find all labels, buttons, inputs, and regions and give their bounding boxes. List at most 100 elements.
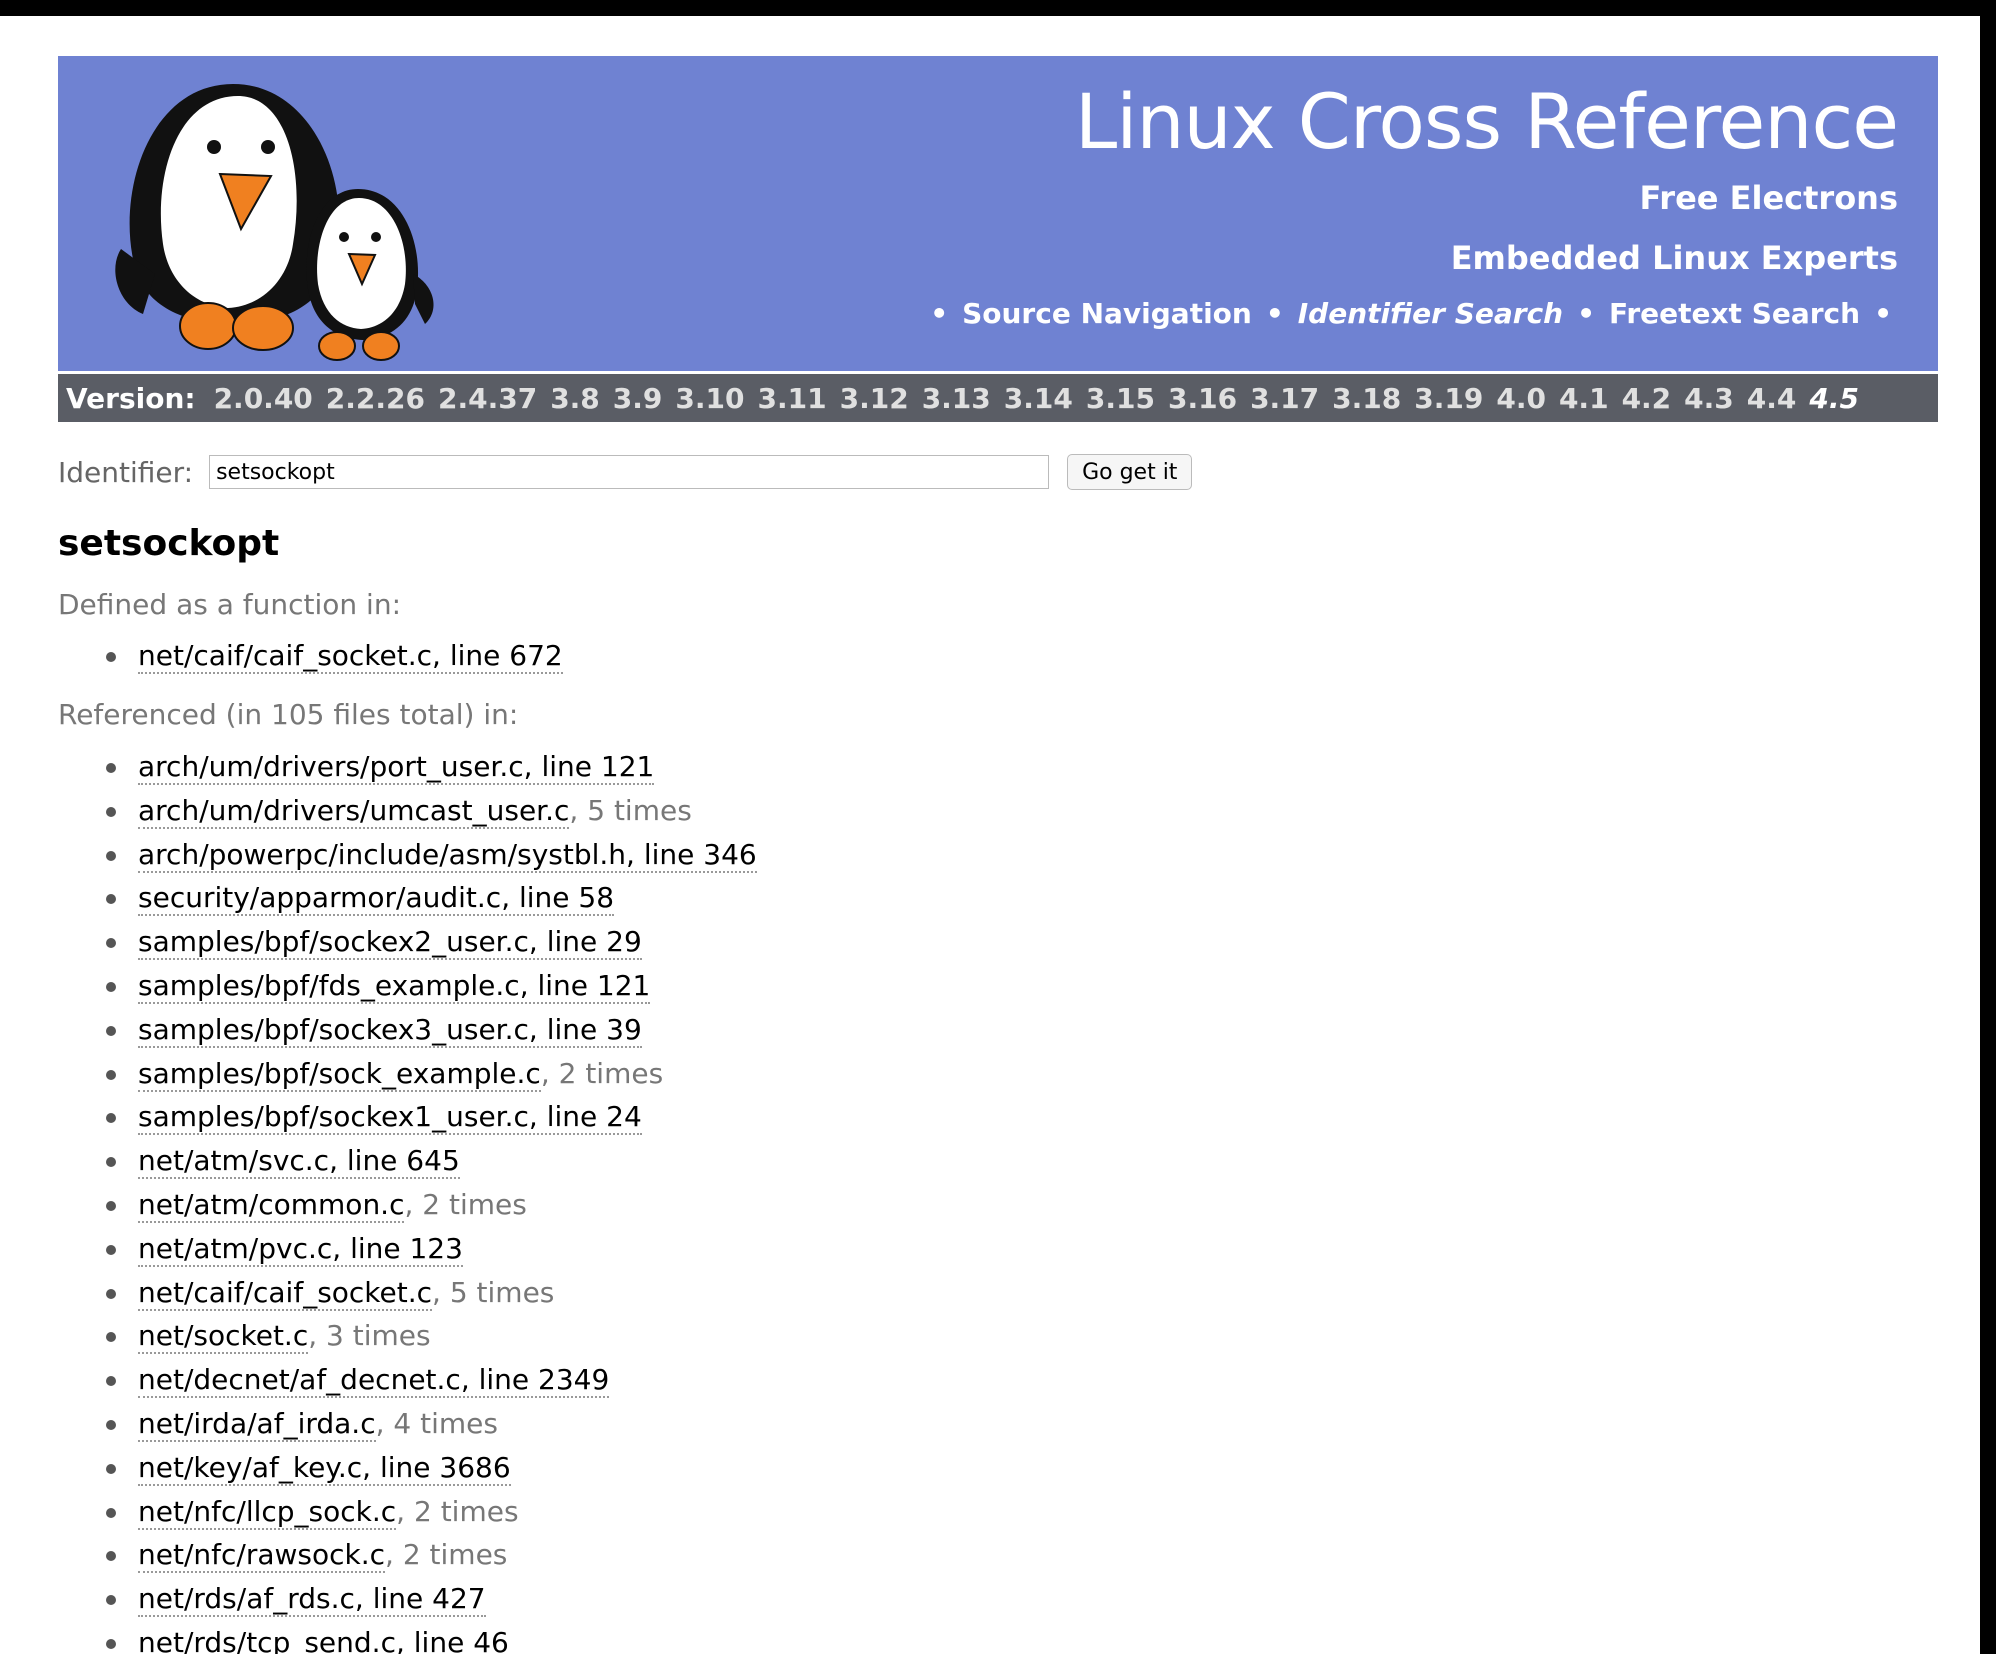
version-bar: Version: 2.0.40 2.2.26 2.4.37 3.8 3.9 3.10 3.1…: [58, 374, 1938, 422]
bullet-icon: [106, 894, 116, 905]
file-link[interactable]: samples/bpf/sockex1_user.c, line 24: [138, 1100, 642, 1136]
list-item: net/socket.c, 3 times: [100, 1317, 757, 1361]
list-item: arch/um/drivers/umcast_user.c, 5 times: [100, 792, 757, 836]
version-link[interactable]: 2.4.37: [438, 382, 537, 415]
file-link[interactable]: arch/um/drivers/port_user.c, line 121: [138, 750, 655, 785]
list-item: samples/bpf/sock_example.c, 2 times: [100, 1055, 757, 1099]
file-link[interactable]: net/nfc/llcp_sock.c: [138, 1494, 397, 1530]
referenced-list: arch/um/drivers/port_user.c, line 121 arc…: [100, 748, 757, 1654]
bullet-icon: [106, 1288, 116, 1299]
file-link[interactable]: net/atm/pvc.c, line 123: [138, 1231, 463, 1267]
file-link[interactable]: samples/bpf/sockex3_user.c, line 39: [138, 1012, 642, 1048]
identifier-search-form: Identifier: Go get it: [58, 454, 1193, 490]
nav-identifier-search[interactable]: Identifier Search: [1298, 297, 1563, 330]
file-link[interactable]: arch/um/drivers/umcast_user.c: [138, 793, 570, 829]
list-item: arch/powerpc/include/asm/systbl.h, line …: [100, 836, 757, 880]
version-link[interactable]: 3.10: [675, 382, 744, 415]
file-link[interactable]: arch/powerpc/include/asm/systbl.h, line …: [138, 837, 757, 873]
file-link[interactable]: samples/bpf/sock_example.c: [138, 1056, 541, 1092]
bullet-icon: [106, 1595, 116, 1606]
bullet-icon: [106, 1419, 116, 1430]
file-link[interactable]: samples/bpf/sockex2_user.c, line 29: [138, 925, 642, 961]
file-link[interactable]: net/irda/af_irda.c: [138, 1406, 376, 1442]
version-link[interactable]: 3.11: [758, 382, 827, 415]
file-link[interactable]: net/caif/caif_socket.c, line 672: [138, 639, 563, 674]
page: Linux Cross Reference Free Electrons Emb…: [0, 16, 1980, 1654]
go-get-it-button[interactable]: Go get it: [1067, 454, 1193, 490]
bullet-icon: [106, 850, 116, 861]
occurrence-count: , 2 times: [404, 1187, 527, 1221]
file-link[interactable]: samples/bpf/fds_example.c, line 121: [138, 968, 651, 1004]
version-link[interactable]: 3.17: [1250, 382, 1319, 415]
version-link[interactable]: 2.0.40: [214, 382, 313, 415]
occurrence-count: , 3 times: [308, 1319, 431, 1353]
bullet-icon: [106, 938, 116, 949]
nav-source-navigation[interactable]: Source Navigation: [962, 297, 1252, 330]
defined-list: net/caif/caif_socket.c, line 672: [100, 637, 563, 681]
version-link[interactable]: 3.12: [840, 382, 909, 415]
version-link[interactable]: 2.2.26: [326, 382, 425, 415]
list-item: net/decnet/af_decnet.c, line 2349: [100, 1361, 757, 1405]
nav-bullet: •: [1577, 297, 1595, 330]
list-item: arch/um/drivers/port_user.c, line 121: [100, 748, 757, 792]
identifier-input[interactable]: [209, 455, 1050, 489]
version-link[interactable]: 4.1: [1559, 382, 1609, 415]
occurrence-count: , 4 times: [375, 1406, 498, 1440]
list-item: net/nfc/llcp_sock.c, 2 times: [100, 1493, 757, 1537]
occurrence-count: , 2 times: [396, 1494, 519, 1528]
file-link[interactable]: net/nfc/rawsock.c: [138, 1538, 386, 1574]
list-item: samples/bpf/sockex3_user.c, line 39: [100, 1011, 757, 1055]
version-link[interactable]: 3.18: [1332, 382, 1401, 415]
version-link[interactable]: 4.4: [1747, 382, 1797, 415]
version-link[interactable]: 3.13: [922, 382, 991, 415]
version-link[interactable]: 3.8: [550, 382, 600, 415]
file-link[interactable]: net/rds/af_rds.c, line 427: [138, 1582, 486, 1618]
version-links: 2.0.40 2.2.26 2.4.37 3.8 3.9 3.10 3.11 3.12 3.13…: [214, 382, 1872, 415]
identifier-heading: setsockopt: [58, 523, 280, 564]
version-link[interactable]: 3.15: [1086, 382, 1155, 415]
version-link[interactable]: 3.9: [613, 382, 663, 415]
version-link[interactable]: 4.3: [1684, 382, 1734, 415]
list-item: net/irda/af_irda.c, 4 times: [100, 1405, 757, 1449]
bullet-icon: [106, 1376, 116, 1387]
version-link[interactable]: 3.16: [1168, 382, 1237, 415]
penguin-logo: [115, 84, 434, 361]
site-title: Linux Cross Reference: [1074, 77, 1899, 166]
version-link[interactable]: 3.14: [1004, 382, 1073, 415]
nav-bullet: •: [1874, 297, 1892, 330]
bullet-icon: [106, 1069, 116, 1080]
list-item: net/atm/svc.c, line 645: [100, 1142, 757, 1186]
list-item: samples/bpf/fds_example.c, line 121: [100, 967, 757, 1011]
occurrence-count: , 2 times: [540, 1056, 664, 1090]
bullet-icon: [106, 1638, 116, 1649]
file-link[interactable]: net/socket.c: [138, 1319, 309, 1355]
bullet-icon: [106, 1244, 116, 1255]
nav-bullet: •: [930, 297, 949, 330]
version-link[interactable]: 3.19: [1414, 382, 1483, 415]
nav-freetext-search[interactable]: Freetext Search: [1609, 297, 1860, 330]
list-item: net/caif/caif_socket.c, line 672: [100, 637, 563, 681]
list-item: net/nfc/rawsock.c, 2 times: [100, 1536, 757, 1580]
version-link[interactable]: 4.2: [1622, 382, 1672, 415]
file-link[interactable]: net/rds/tcp_send.c, line 46: [138, 1625, 509, 1654]
company-name: Free Electrons: [1639, 179, 1898, 217]
version-link[interactable]: 4.0: [1496, 382, 1546, 415]
file-link[interactable]: net/decnet/af_decnet.c, line 2349: [138, 1363, 610, 1399]
list-item: net/atm/pvc.c, line 123: [100, 1230, 757, 1274]
top-navigation: • Source Navigation • Identifier Search …: [930, 297, 1892, 330]
occurrence-count: , 5 times: [432, 1275, 555, 1309]
file-link[interactable]: net/caif/caif_socket.c: [138, 1275, 433, 1311]
bullet-icon: [106, 1332, 116, 1343]
file-link[interactable]: net/key/af_key.c, line 3686: [138, 1450, 511, 1486]
file-link[interactable]: net/atm/common.c: [138, 1187, 405, 1223]
nav-bullet: •: [1265, 297, 1284, 330]
version-link[interactable]: 4.5: [1809, 382, 1859, 415]
list-item: net/rds/af_rds.c, line 427: [100, 1580, 757, 1624]
tagline: Embedded Linux Experts: [1450, 239, 1898, 277]
file-link[interactable]: net/atm/svc.c, line 645: [138, 1144, 460, 1180]
list-item: security/apparmor/audit.c, line 58: [100, 879, 757, 923]
bullet-icon: [106, 1200, 116, 1211]
bullet-icon: [106, 652, 116, 662]
list-item: net/atm/common.c, 2 times: [100, 1186, 757, 1230]
file-link[interactable]: security/apparmor/audit.c, line 58: [138, 881, 615, 917]
